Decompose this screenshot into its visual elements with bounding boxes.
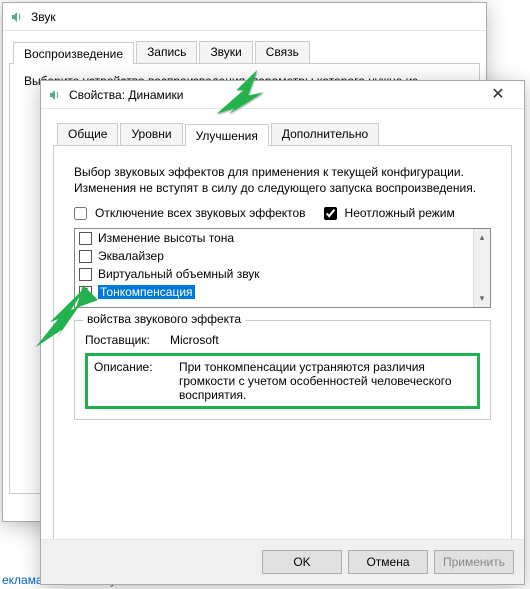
close-icon[interactable]: ✕	[478, 83, 518, 107]
listbox-scrollbar[interactable]: ▴ ▾	[473, 229, 490, 307]
list-item[interactable]: Виртуальный объемный звук	[75, 265, 473, 283]
vendor-label: Поставщик:	[85, 333, 170, 347]
checkbox-icon[interactable]	[79, 250, 92, 263]
tab-general[interactable]: Общие	[57, 123, 118, 145]
ok-button[interactable]: OK	[262, 550, 342, 574]
description-highlight: Описание: При тонкомпенсации устраняются…	[85, 353, 480, 409]
checkbox-icon[interactable]	[79, 232, 92, 245]
checkbox-icon[interactable]	[79, 268, 92, 281]
list-item[interactable]: ✓ Тонкомпенсация	[75, 283, 473, 301]
sound-tabs: Воспроизведение Запись Звуки Связь	[9, 37, 480, 64]
disable-all-label: Отключение всех звуковых эффектов	[95, 206, 306, 220]
properties-title: Свойства: Динамики	[69, 88, 478, 102]
effects-listbox[interactable]: Изменение высоты тона Эквалайзер Виртуал…	[74, 228, 491, 308]
enhancements-instruction: Выбор звуковых эффектов для применения к…	[74, 164, 491, 196]
effect-label: Тонкомпенсация	[98, 285, 195, 299]
effect-label: Виртуальный объемный звук	[98, 267, 260, 281]
enhancements-panel: Выбор звуковых эффектов для применения к…	[53, 146, 512, 546]
sound-titlebar: Звук	[3, 3, 486, 31]
properties-window: Свойства: Динамики ✕ Общие Уровни Улучше…	[40, 80, 525, 585]
properties-tabs: Общие Уровни Улучшения Дополнительно	[53, 119, 512, 146]
sound-title: Звук	[31, 10, 480, 24]
tab-recording[interactable]: Запись	[136, 41, 197, 63]
disable-all-effects-checkbox[interactable]: Отключение всех звуковых эффектов	[74, 206, 306, 220]
tab-communications[interactable]: Связь	[255, 41, 310, 63]
list-item[interactable]: Изменение высоты тона	[75, 229, 473, 247]
speaker-icon	[47, 87, 63, 103]
scroll-up-icon[interactable]: ▴	[474, 229, 490, 246]
dialog-button-bar: OK Отмена Применить	[41, 539, 524, 584]
speaker-icon	[9, 9, 25, 25]
effect-properties-group: войства звукового эффекта Поставщик: Mic…	[74, 320, 491, 420]
apply-button[interactable]: Применить	[434, 550, 514, 574]
tab-playback[interactable]: Воспроизведение	[13, 42, 134, 64]
effect-label: Изменение высоты тона	[98, 231, 234, 245]
tab-advanced[interactable]: Дополнительно	[271, 123, 379, 145]
scroll-down-icon[interactable]: ▾	[474, 290, 490, 307]
group-legend: войства звукового эффекта	[83, 312, 245, 326]
cancel-button[interactable]: Отмена	[348, 550, 428, 574]
checkbox-icon[interactable]: ✓	[79, 286, 92, 299]
description-label: Описание:	[94, 360, 179, 402]
tab-enhancements[interactable]: Улучшения	[185, 124, 269, 146]
vendor-value: Microsoft	[170, 333, 219, 347]
description-value: При тонкомпенсации устраняются различия …	[179, 360, 471, 402]
immediate-mode-checkbox[interactable]: Неотложный режим	[324, 206, 455, 220]
effect-label: Эквалайзер	[98, 249, 164, 263]
tab-levels[interactable]: Уровни	[120, 123, 182, 145]
tab-sounds[interactable]: Звуки	[199, 41, 252, 63]
list-item[interactable]: Эквалайзер	[75, 247, 473, 265]
bg-link-left[interactable]: еклама	[2, 573, 43, 587]
immediate-mode-label: Неотложный режим	[345, 206, 455, 220]
properties-titlebar: Свойства: Динамики ✕	[41, 81, 524, 109]
